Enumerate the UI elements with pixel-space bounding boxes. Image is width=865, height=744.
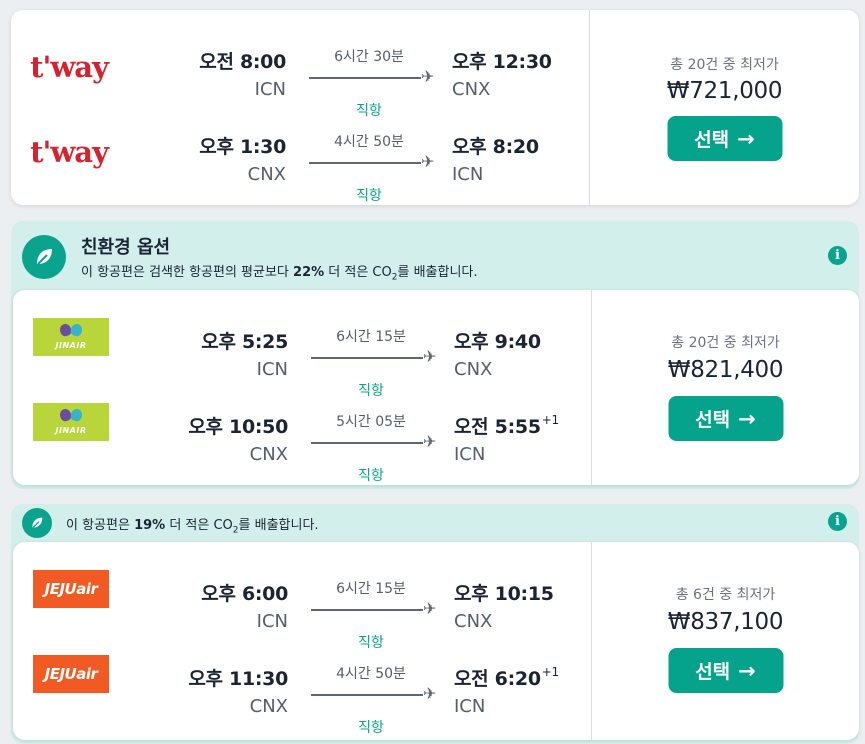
departure-airport: CNX [249, 696, 288, 717]
airline-logo-tway: t'way [30, 135, 109, 169]
select-button-label: 선택 [695, 661, 731, 683]
flight-duration: 4시간 50분 [336, 666, 406, 682]
departure-airport: CNX [249, 444, 288, 465]
airline-logo-jinair: JINAIR [33, 403, 109, 441]
airline-logo-jejuair: JEJUair [33, 570, 109, 608]
butterfly-icon [60, 324, 82, 340]
stops-label: 직항 [358, 468, 384, 484]
return-leg: JINAIR 오후 10:50 CNX 5시간 05분 ✈ 직항 오전 5:55… [13, 386, 591, 484]
departure-time: 오후 10:50 [188, 416, 288, 438]
outbound-leg: t'way 오전 8:00 ICN 6시간 30분 ✈ 직항 오후 12:30 … [11, 21, 589, 119]
select-button[interactable]: 선택 → [668, 648, 783, 693]
info-icon[interactable]: i [828, 512, 847, 531]
arrival-airport: CNX [454, 611, 493, 632]
price-label: 총 6건 중 최저가 [675, 587, 776, 603]
airline-logo-jinair: JINAIR [33, 318, 109, 356]
leaf-icon [22, 508, 52, 538]
route-line [311, 609, 423, 611]
select-button-label: 선택 [695, 409, 731, 431]
departure-airport: CNX [247, 164, 286, 185]
departure-time: 오후 1:30 [199, 136, 286, 158]
flight-duration: 4시간 50분 [334, 134, 404, 150]
butterfly-icon [60, 409, 82, 425]
departure-airport: ICN [256, 359, 288, 380]
eco-option-description: 이 항공편은 19% 더 적은 CO2를 배출합니다. [66, 518, 319, 536]
stops-label: 직항 [356, 188, 382, 204]
departure-airport: ICN [254, 79, 286, 100]
route-line [309, 77, 421, 79]
eco-option-description: 이 항공편은 검색한 항공편의 평균보다 22% 더 적은 CO2를 배출합니다… [81, 265, 478, 283]
return-leg: t'way 오후 1:30 CNX 4시간 50분 ✈ 직항 오후 8:20 I… [11, 106, 589, 204]
arrival-airport: CNX [452, 79, 491, 100]
arrival-time: 오전 6:20+1 [454, 665, 559, 690]
departure-time: 오전 8:00 [199, 51, 286, 73]
arrow-right-icon: → [738, 658, 756, 683]
price: ₩821,400 [667, 357, 784, 383]
departure-time: 오후 5:25 [201, 331, 288, 353]
price: ₩837,100 [667, 609, 784, 635]
departure-time: 오후 6:00 [201, 583, 288, 605]
price: ₩721,000 [666, 78, 783, 104]
outbound-leg: JEJUair 오후 6:00 ICN 6시간 15분 ✈ 직항 오후 10:1… [13, 553, 591, 651]
arrival-time: 오후 8:20 [452, 136, 539, 158]
price-section: 총 20건 중 최저가 ₩721,000 선택 → [590, 10, 859, 205]
airline-logo-jejuair: JEJUair [33, 655, 109, 693]
price-label: 총 20건 중 최저가 [671, 335, 780, 351]
airplane-icon: ✈ [423, 432, 437, 451]
arrival-time: 오후 12:30 [452, 51, 552, 73]
flight-result-card[interactable]: JEJUair 오후 6:00 ICN 6시간 15분 ✈ 직항 오후 10:1… [13, 542, 859, 740]
arrival-airport: CNX [454, 359, 493, 380]
arrow-right-icon: → [737, 126, 755, 151]
arrival-time: 오전 5:55+1 [454, 413, 559, 438]
price-section: 총 20건 중 최저가 ₩821,400 선택 → [592, 290, 859, 485]
arrow-right-icon: → [738, 406, 756, 431]
stops-label: 직항 [358, 720, 384, 736]
airplane-icon: ✈ [421, 152, 435, 171]
route-line [311, 357, 423, 359]
departure-airport: ICN [256, 611, 288, 632]
select-button[interactable]: 선택 → [668, 396, 783, 441]
flight-duration: 6시간 15분 [336, 581, 406, 597]
price-label: 총 20건 중 최저가 [670, 57, 779, 73]
price-section: 총 6건 중 최저가 ₩837,100 선택 → [592, 542, 859, 740]
route-line [309, 162, 421, 164]
route-line [311, 442, 423, 444]
arrival-airport: ICN [454, 696, 486, 717]
airplane-icon: ✈ [423, 599, 437, 618]
airline-logo-tway: t'way [30, 50, 109, 84]
route-line [311, 694, 423, 696]
outbound-leg: JINAIR 오후 5:25 ICN 6시간 15분 ✈ 직항 오후 9:40 … [13, 301, 591, 399]
departure-time: 오후 11:30 [188, 668, 288, 690]
flight-duration: 6시간 30분 [334, 49, 404, 65]
airplane-icon: ✈ [423, 684, 437, 703]
arrival-time: 오후 10:15 [454, 583, 554, 605]
airplane-icon: ✈ [423, 347, 437, 366]
flight-duration: 5시간 05분 [336, 414, 406, 430]
return-leg: JEJUair 오후 11:30 CNX 4시간 50분 ✈ 직항 오전 6:2… [13, 638, 591, 736]
flight-result-card[interactable]: JINAIR 오후 5:25 ICN 6시간 15분 ✈ 직항 오후 9:40 … [13, 290, 859, 485]
eco-option-title: 친환경 옵션 [81, 237, 171, 258]
select-button[interactable]: 선택 → [667, 116, 782, 161]
select-button-label: 선택 [694, 129, 730, 151]
arrival-airport: ICN [454, 444, 486, 465]
leaf-icon [22, 235, 66, 279]
flight-duration: 6시간 15분 [336, 329, 406, 345]
flight-result-card[interactable]: t'way 오전 8:00 ICN 6시간 30분 ✈ 직항 오후 12:30 … [11, 10, 859, 205]
info-icon[interactable]: i [828, 246, 847, 265]
arrival-time: 오후 9:40 [454, 331, 541, 353]
arrival-airport: ICN [452, 164, 484, 185]
airplane-icon: ✈ [421, 67, 435, 86]
